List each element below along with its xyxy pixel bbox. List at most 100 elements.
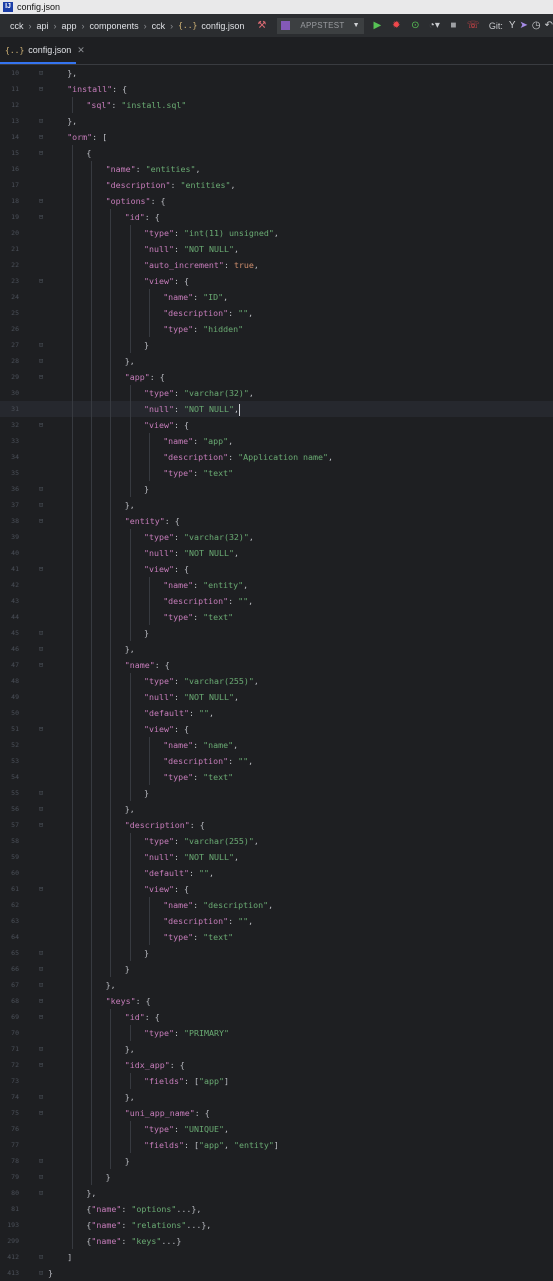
code-line[interactable]: 68 ⊟ "keys": {: [0, 993, 553, 1009]
code-line[interactable]: 57 ⊟ "description": {: [0, 817, 553, 833]
code-line[interactable]: 26 "type": "hidden": [0, 321, 553, 337]
breadcrumb-item-cck-2[interactable]: cck: [152, 21, 166, 31]
code-line[interactable]: 53 "description": "",: [0, 753, 553, 769]
fold-end-icon[interactable]: ⊡: [37, 1249, 45, 1265]
code-editor[interactable]: 10 ⊡}, 11 ⊟ "install": {12 "sql": "install.sq…: [0, 65, 553, 1280]
code-line[interactable]: 50 "default": "",: [0, 705, 553, 721]
run-with-coverage-icon[interactable]: ⊙: [410, 14, 421, 38]
code-line[interactable]: 63 "description": "",: [0, 913, 553, 929]
code-line[interactable]: 44 "type": "text": [0, 609, 553, 625]
code-line[interactable]: 61 ⊟ "view": {: [0, 881, 553, 897]
code-line[interactable]: 42 "name": "entity",: [0, 577, 553, 593]
code-line[interactable]: 54 "type": "text": [0, 769, 553, 785]
editor-tab-config-json[interactable]: {..} config.json ✕: [0, 38, 85, 64]
code-line[interactable]: 16 "name": "entities",: [0, 161, 553, 177]
code-line[interactable]: 58 "type": "varchar(255)",: [0, 833, 553, 849]
code-line[interactable]: 75 ⊟ "uni_app_name": {: [0, 1105, 553, 1121]
code-line[interactable]: 25 "description": "",: [0, 305, 553, 321]
breadcrumb-item-app[interactable]: app: [62, 21, 77, 31]
fold-collapse-icon[interactable]: ⊟: [37, 817, 45, 833]
code-line[interactable]: 71 ⊡},: [0, 1041, 553, 1057]
code-line[interactable]: 62 "name": "description",: [0, 897, 553, 913]
code-line[interactable]: 24 "name": "ID",: [0, 289, 553, 305]
code-line[interactable]: 12 "sql": "install.sql": [0, 97, 553, 113]
code-line[interactable]: 18 ⊟ "options": {: [0, 193, 553, 209]
fold-end-icon[interactable]: ⊡: [37, 113, 45, 129]
code-line[interactable]: 37 ⊡},: [0, 497, 553, 513]
fold-collapse-icon[interactable]: ⊟: [37, 721, 45, 737]
code-line[interactable]: 59 "null": "NOT NULL",: [0, 849, 553, 865]
code-line[interactable]: 28 ⊡},: [0, 353, 553, 369]
stop-icon[interactable]: ■: [448, 14, 459, 38]
code-line[interactable]: 35 "type": "text": [0, 465, 553, 481]
fold-collapse-icon[interactable]: ⊟: [37, 561, 45, 577]
code-line[interactable]: 78 ⊡}: [0, 1153, 553, 1169]
code-line[interactable]: 32 ⊟ "view": {: [0, 417, 553, 433]
fold-end-icon[interactable]: ⊡: [37, 1089, 45, 1105]
fold-collapse-icon[interactable]: ⊟: [37, 273, 45, 289]
fold-collapse-icon[interactable]: ⊟: [37, 145, 45, 161]
code-line[interactable]: 76 "type": "UNIQUE",: [0, 1121, 553, 1137]
code-line[interactable]: 40 "null": "NOT NULL",: [0, 545, 553, 561]
git-history-icon[interactable]: ◷: [532, 14, 541, 38]
code-line[interactable]: 20 "type": "int(11) unsigned",: [0, 225, 553, 241]
code-line[interactable]: 46 ⊡},: [0, 641, 553, 657]
code-line[interactable]: 21 "null": "NOT NULL",: [0, 241, 553, 257]
fold-collapse-icon[interactable]: ⊟: [37, 881, 45, 897]
code-line[interactable]: 81 {"name": "options"...},: [0, 1201, 553, 1217]
run-configuration-select[interactable]: APPSTEST ▼: [277, 17, 364, 34]
code-line[interactable]: 66 ⊡}: [0, 961, 553, 977]
fold-collapse-icon[interactable]: ⊟: [37, 209, 45, 225]
fold-end-icon[interactable]: ⊡: [37, 801, 45, 817]
code-line[interactable]: 412 ⊡]: [0, 1249, 553, 1265]
breadcrumb-item-config-json[interactable]: config.json: [201, 21, 244, 31]
fold-collapse-icon[interactable]: ⊟: [37, 993, 45, 1009]
code-line[interactable]: 69 ⊟ "id": {: [0, 1009, 553, 1025]
fold-collapse-icon[interactable]: ⊟: [37, 129, 45, 145]
code-line[interactable]: 34 "description": "Application name",: [0, 449, 553, 465]
code-line[interactable]: 70 "type": "PRIMARY": [0, 1025, 553, 1041]
fold-end-icon[interactable]: ⊡: [37, 641, 45, 657]
fold-collapse-icon[interactable]: ⊟: [37, 193, 45, 209]
fold-collapse-icon[interactable]: ⊟: [37, 1009, 45, 1025]
git-commit-icon[interactable]: ➤: [520, 14, 528, 38]
fold-end-icon[interactable]: ⊡: [37, 625, 45, 641]
code-line[interactable]: 52 "name": "name",: [0, 737, 553, 753]
code-line[interactable]: 27 ⊡}: [0, 337, 553, 353]
fold-end-icon[interactable]: ⊡: [37, 977, 45, 993]
code-line[interactable]: 299 {"name": "keys"...}: [0, 1233, 553, 1249]
breadcrumb-item-cck[interactable]: cck: [10, 21, 24, 31]
breadcrumb-item-components[interactable]: components: [90, 21, 139, 31]
code-line[interactable]: 73 "fields": ["app"]: [0, 1073, 553, 1089]
fold-collapse-icon[interactable]: ⊟: [37, 513, 45, 529]
code-line[interactable]: 43 "description": "",: [0, 593, 553, 609]
code-line[interactable]: 47 ⊟ "name": {: [0, 657, 553, 673]
run-icon[interactable]: ▶: [372, 14, 383, 38]
fold-collapse-icon[interactable]: ⊟: [37, 1057, 45, 1073]
code-line[interactable]: 413 ⊡}: [0, 1265, 553, 1281]
fold-end-icon[interactable]: ⊡: [37, 481, 45, 497]
code-line[interactable]: 15 ⊟ {: [0, 145, 553, 161]
code-line[interactable]: 31 "null": "NOT NULL",: [0, 401, 553, 417]
fold-end-icon[interactable]: ⊡: [37, 353, 45, 369]
code-line[interactable]: 56 ⊡},: [0, 801, 553, 817]
code-line[interactable]: 72 ⊟ "idx_app": {: [0, 1057, 553, 1073]
code-line[interactable]: 41 ⊟ "view": {: [0, 561, 553, 577]
fold-collapse-icon[interactable]: ⊟: [37, 1105, 45, 1121]
code-line[interactable]: 17 "description": "entities",: [0, 177, 553, 193]
git-rollback-icon[interactable]: ↶: [545, 14, 553, 38]
code-line[interactable]: 11 ⊟ "install": {: [0, 81, 553, 97]
code-line[interactable]: 22 "auto_increment": true,: [0, 257, 553, 273]
fold-end-icon[interactable]: ⊡: [37, 65, 45, 81]
code-line[interactable]: 29 ⊟ "app": {: [0, 369, 553, 385]
code-line[interactable]: 13 ⊡},: [0, 113, 553, 129]
fold-end-icon[interactable]: ⊡: [37, 785, 45, 801]
code-line[interactable]: 14 ⊟ "orm": [: [0, 129, 553, 145]
code-line[interactable]: 51 ⊟ "view": {: [0, 721, 553, 737]
fold-end-icon[interactable]: ⊡: [37, 497, 45, 513]
code-line[interactable]: 55 ⊡}: [0, 785, 553, 801]
code-line[interactable]: 36 ⊡}: [0, 481, 553, 497]
code-line[interactable]: 65 ⊡}: [0, 945, 553, 961]
php-debug-listen-icon[interactable]: ☏: [467, 14, 480, 38]
build-hammer-icon[interactable]: ⚒: [256, 14, 267, 38]
